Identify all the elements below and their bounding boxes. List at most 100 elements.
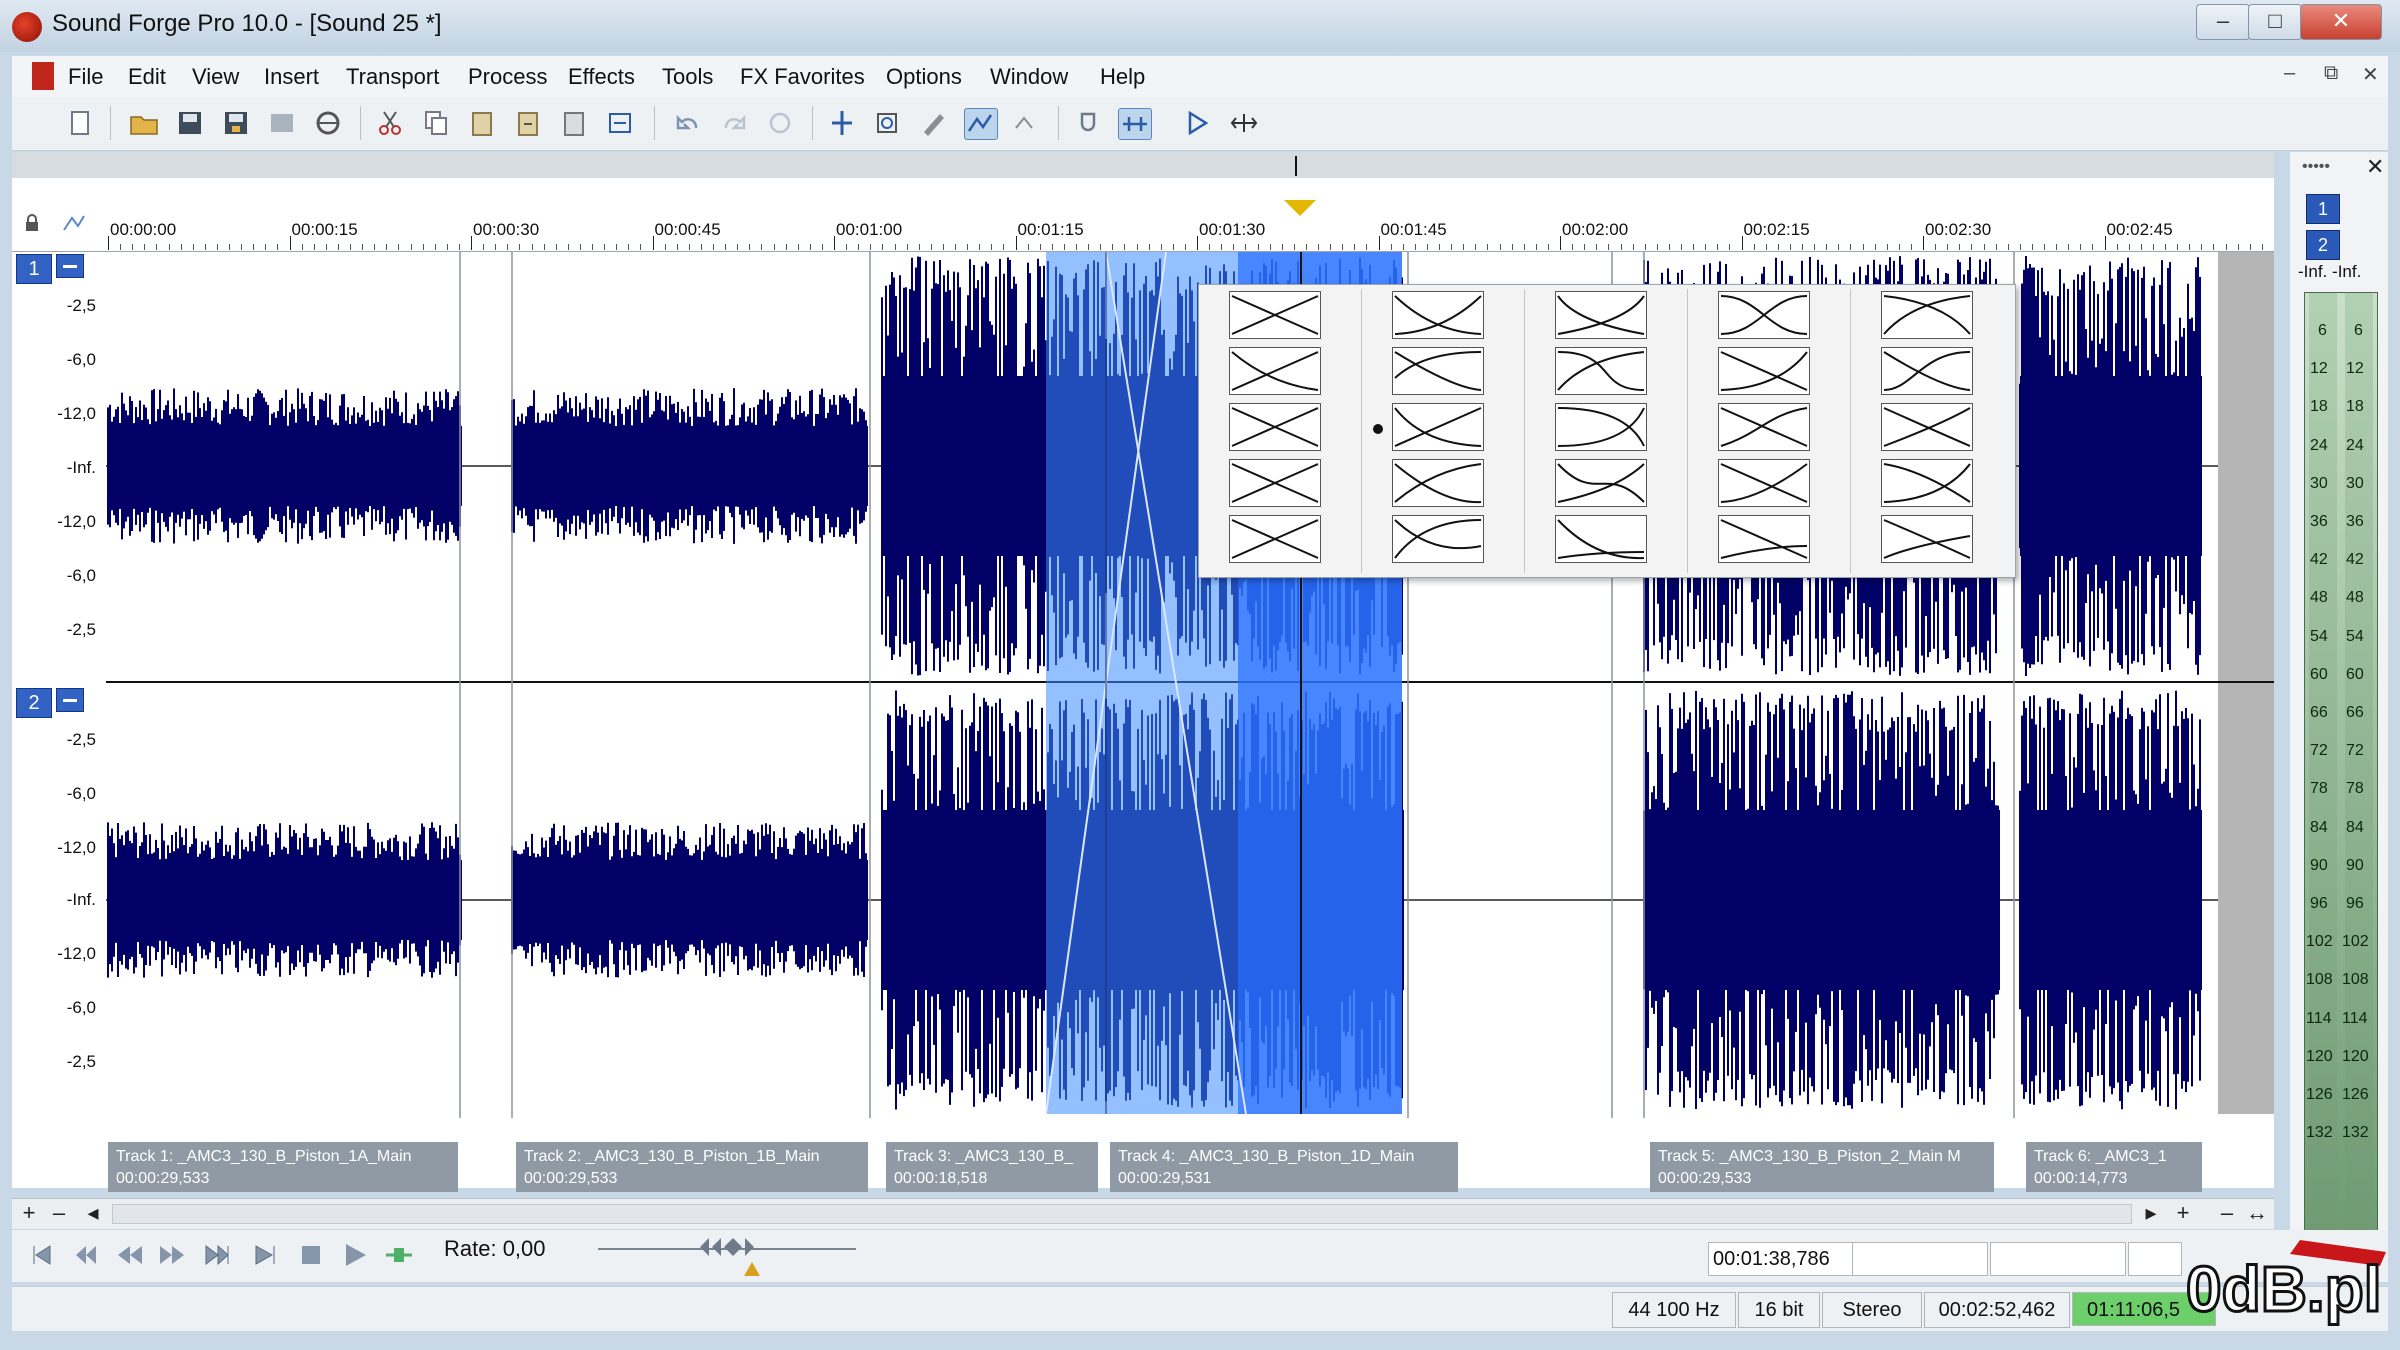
mdi-close-button[interactable]: ✕ [2362,62,2379,87]
envelope-tool-icon[interactable] [964,108,998,140]
crossfade-curve-option[interactable] [1392,347,1484,395]
scroll-thumb[interactable] [112,1204,2132,1224]
cursor-position-field[interactable]: 00:01:38,786 [1708,1242,1854,1276]
crossfade-curve-option[interactable] [1555,403,1647,451]
menu-view[interactable]: View [192,64,239,90]
channel-1-badge[interactable]: 1 [16,254,52,284]
maximize-button[interactable]: □ [2248,4,2302,40]
crossfade-curve-option[interactable] [1555,459,1647,507]
menu-edit[interactable]: Edit [128,64,166,90]
crossfade-curve-option[interactable] [1229,291,1321,339]
crossfade-curve-option[interactable] [1392,291,1484,339]
auto-ripple-icon[interactable] [1118,108,1152,140]
menu-transport[interactable]: Transport [346,64,439,90]
rate-slider-thumb[interactable] [700,1238,754,1256]
play-icon[interactable] [340,1240,370,1270]
snap-icon[interactable] [1072,108,1104,138]
channel-1-minimize-button[interactable] [56,254,84,278]
magnify-tool-icon[interactable] [872,108,904,138]
document-icon[interactable] [32,62,54,90]
clip-label[interactable]: Track 1: _AMC3_130_B_Piston_1A_Main 00:00… [108,1142,458,1192]
clip-label[interactable]: Track 5: _AMC3_130_B_Piston_2_Main M 00:0… [1650,1142,1994,1192]
clip-label[interactable]: Track 2: _AMC3_130_B_Piston_1B_Main 00:00… [516,1142,868,1192]
meter-grip-icon[interactable]: ••••• [2302,158,2330,176]
scroll-right-button[interactable]: ▸ [2138,1202,2164,1226]
channel-2-badge[interactable]: 2 [16,688,52,718]
crossfade-curve-option[interactable] [1718,403,1810,451]
play-cursor-icon[interactable] [1182,108,1214,138]
crossfade-curve-option[interactable] [1718,515,1810,563]
next-icon[interactable] [250,1240,280,1270]
crossfade-type-popup[interactable] [1198,284,2016,578]
event-tool-icon[interactable] [1010,108,1042,138]
channel-2-minimize-button[interactable] [56,688,84,712]
crossfade-curve-option[interactable] [1881,347,1973,395]
sample-rate-status[interactable]: 44 100 Hz [1612,1292,1736,1328]
menu-process[interactable]: Process [468,64,547,90]
bit-depth-status[interactable]: 16 bit [1738,1292,1820,1328]
zoom-out-button[interactable]: – [46,1202,72,1226]
zoom-in-time-button[interactable]: + [2170,1202,2196,1226]
extra-field[interactable] [2128,1242,2182,1276]
cut-icon[interactable] [374,108,406,138]
mdi-minimize-button[interactable]: – [2284,62,2295,85]
close-button[interactable]: ✕ [2300,4,2382,40]
zoom-in-button[interactable]: + [16,1202,42,1226]
go-to-end-icon[interactable] [202,1240,232,1270]
menu-options[interactable]: Options [886,64,962,90]
open-folder-icon[interactable] [128,108,160,138]
play-looped-icon[interactable] [384,1240,414,1270]
mix-icon[interactable] [558,108,590,138]
crossfade-icon[interactable] [1228,108,1260,138]
overview-bar[interactable] [12,152,2274,178]
meter-channel-1-button[interactable]: 1 [2306,194,2340,224]
edit-tool-icon[interactable] [826,108,858,138]
menu-effects[interactable]: Effects [568,64,635,90]
minimize-button[interactable]: – [2196,4,2250,40]
crossfade-curve-option[interactable] [1229,347,1321,395]
crossfade-curve-option[interactable] [1881,459,1973,507]
copy-icon[interactable] [420,108,452,138]
rewind-icon[interactable] [114,1240,144,1270]
crossfade-curve-option[interactable] [1881,291,1973,339]
zoom-out-time-button[interactable]: – [2214,1202,2240,1226]
pencil-tool-icon[interactable] [918,108,950,138]
cursor-marker-flag[interactable] [1284,200,1316,216]
save-icon[interactable] [174,108,206,138]
crossfade-curve-option[interactable] [1392,515,1484,563]
selection-length-field[interactable] [1990,1242,2126,1276]
repeat-icon[interactable] [764,108,796,138]
new-file-icon[interactable] [64,108,96,138]
save-as-icon[interactable] [220,108,252,138]
lock-icon[interactable] [24,214,40,232]
clip-label[interactable]: Track 6: _AMC3_1 00:00:14,773 [2026,1142,2202,1192]
fast-forward-icon[interactable] [158,1240,188,1270]
print-icon[interactable] [312,108,344,138]
crossfade-curve-option[interactable] [1392,459,1484,507]
mdi-restore-button[interactable]: ⧉ [2324,62,2338,85]
meter-channel-2-button[interactable]: 2 [2306,230,2340,260]
crossfade-curve-option[interactable] [1718,459,1810,507]
menu-insert[interactable]: Insert [264,64,319,90]
crossfade-curve-option[interactable] [1555,515,1647,563]
menu-window[interactable]: Window [990,64,1068,90]
crossfade-curve-option[interactable] [1555,347,1647,395]
previous-marker-icon[interactable] [70,1240,100,1270]
menu-file[interactable]: File [68,64,103,90]
scroll-left-button[interactable]: ◂ [80,1202,106,1226]
zoom-fit-button[interactable]: ↔ [2244,1202,2270,1226]
crossfade-curve-option[interactable] [1392,403,1484,451]
render-icon[interactable] [266,108,298,138]
paste-icon[interactable] [466,108,498,138]
selection-end-field[interactable] [1852,1242,1988,1276]
clip-label[interactable]: Track 4: _AMC3_130_B_Piston_1D_Main 00:00… [1110,1142,1458,1192]
crossfade-curve-option[interactable] [1718,347,1810,395]
meter-close-icon[interactable]: ✕ [2366,154,2384,180]
crossfade-curve-option[interactable] [1229,403,1321,451]
undo-icon[interactable] [672,108,704,138]
crossfade-curve-option[interactable] [1881,403,1973,451]
channels-status[interactable]: Stereo [1822,1292,1922,1328]
go-to-start-icon[interactable] [26,1240,56,1270]
crossfade-curve-option[interactable] [1718,291,1810,339]
trim-crop-icon[interactable] [604,108,636,138]
